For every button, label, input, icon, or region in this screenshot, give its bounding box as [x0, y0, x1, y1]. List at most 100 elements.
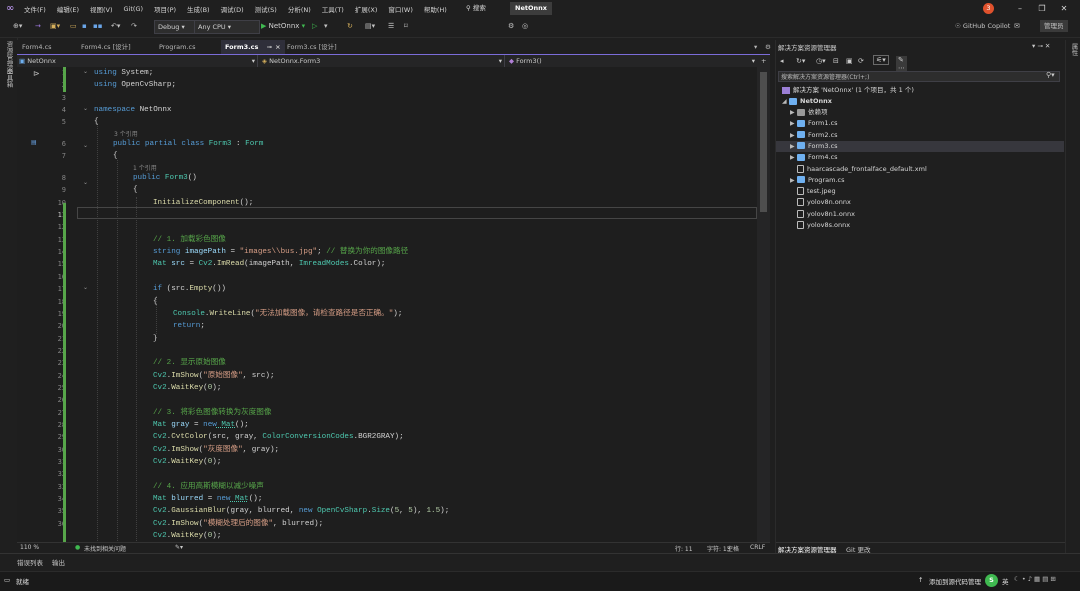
copilot-button[interactable]: ☉ GitHub Copilot: [955, 20, 1010, 33]
live-share-icon[interactable]: ⚙: [508, 20, 514, 33]
back-icon[interactable]: ◂: [780, 57, 784, 65]
expand-arrow-icon[interactable]: ◢: [782, 96, 789, 107]
expand-arrow-icon[interactable]: ▶: [790, 152, 797, 163]
menu-analyze[interactable]: 分析(N): [288, 4, 311, 14]
solution-node[interactable]: 解决方案 'NetOnnx' (1 个项目，共 1 个): [782, 85, 914, 96]
menu-help[interactable]: 帮助(H): [424, 4, 447, 14]
pin-icon[interactable]: ⊸: [267, 43, 272, 51]
settings-gear-icon[interactable]: ⚙: [761, 40, 773, 54]
reference-count-hint[interactable]: 3 个引用: [114, 129, 138, 138]
solution-explorer-search[interactable]: 搜索解决方案资源管理器(Ctrl+;): [778, 71, 1060, 82]
collapse-chevron-icon[interactable]: ⌄: [83, 179, 88, 186]
expand-arrow-icon[interactable]: ▶: [790, 118, 797, 129]
code-cleanup-icon[interactable]: ✎▾: [175, 544, 183, 551]
menu-tools[interactable]: 工具(T): [322, 4, 344, 14]
start-debug-button[interactable]: ▶ NetOnnx ▾: [261, 20, 305, 33]
maximize-button[interactable]: ❐: [1034, 2, 1050, 15]
solution-tree-item[interactable]: test.jpeg: [776, 186, 1064, 197]
tab-form3-designer[interactable]: Form3.cs [设计]: [283, 40, 363, 54]
project-node[interactable]: ◢ NetOnnx: [782, 96, 832, 107]
search-icon[interactable]: ⚲▾: [1046, 71, 1055, 79]
panel-options-icon[interactable]: ▾ ⊸ ✕: [1032, 42, 1050, 50]
scrollbar-thumb[interactable]: [760, 72, 767, 212]
editor-vertical-scrollbar[interactable]: [757, 67, 770, 542]
solution-tree-item[interactable]: yolov8n.onnx: [776, 197, 1064, 208]
start-without-debug-icon[interactable]: ▷: [312, 20, 317, 33]
solution-tree-item[interactable]: ▶ Form2.cs: [776, 130, 1064, 141]
menu-debug[interactable]: 调试(D): [221, 4, 244, 14]
open-folder-icon[interactable]: ▭: [70, 20, 77, 33]
solution-tree-item[interactable]: ▶ Form3.cs: [776, 140, 1064, 152]
zoom-level[interactable]: 110 %: [20, 544, 39, 551]
project-dropdown[interactable]: ▣ NetOnnx ▾: [19, 55, 258, 67]
save-icon[interactable]: ▪: [82, 20, 87, 33]
solution-tree-item[interactable]: ▶ Form1.cs: [776, 118, 1064, 129]
configuration-select[interactable]: Debug ▾: [154, 20, 197, 34]
solution-tree-item[interactable]: yolov8n1.onnx: [776, 209, 1064, 220]
refresh-icon[interactable]: ⟳: [858, 57, 864, 65]
properties-icon[interactable]: ✎ ⋯: [896, 56, 907, 72]
visual-studio-logo-icon[interactable]: ∞: [6, 3, 18, 14]
solution-tree-item[interactable]: yolov8s.onnx: [776, 220, 1064, 231]
properties-tab[interactable]: 属性: [1069, 43, 1079, 56]
class-dropdown[interactable]: ◈ NetOnnx.Form3 ▾: [262, 55, 505, 67]
breakpoints-icon[interactable]: ◎: [522, 20, 528, 33]
undo-icon[interactable]: ↶▾: [111, 20, 120, 33]
menu-window[interactable]: 窗口(W): [388, 4, 413, 14]
platform-select[interactable]: Any CPU ▾: [194, 20, 260, 34]
collapse-all-icon[interactable]: ⊟: [833, 57, 839, 65]
menu-build[interactable]: 生成(B): [187, 4, 210, 14]
expand-arrow-icon[interactable]: ▶: [790, 175, 797, 186]
reference-count-hint[interactable]: 1 个引用: [133, 163, 157, 172]
menu-test[interactable]: 测试(S): [255, 4, 277, 14]
menu-project[interactable]: 项目(P): [154, 4, 176, 14]
designer-icon[interactable]: ▤: [31, 139, 37, 146]
whitespace-indicator[interactable]: 空格: [727, 544, 739, 553]
collapse-chevron-icon[interactable]: ⌄: [83, 142, 88, 149]
tab-program-cs[interactable]: Program.cs: [155, 40, 222, 54]
account-button[interactable]: 管理员: [1040, 20, 1068, 32]
bookmark-icon[interactable]: ⌑: [404, 20, 408, 33]
comment-icon[interactable]: ☰: [388, 20, 394, 33]
solution-tree-item[interactable]: ▶ Form4.cs: [776, 152, 1064, 163]
back-icon[interactable]: ⊕▾: [13, 20, 22, 33]
forward-icon[interactable]: →: [35, 20, 41, 33]
code-editor[interactable]: 1234567891011121314151617181920212223242…: [17, 67, 757, 542]
solution-tree-item[interactable]: haarcascade_frontalface_default.xml: [776, 164, 1064, 175]
ime-language[interactable]: 英: [1002, 576, 1009, 586]
tab-form3-cs[interactable]: Form3.cs ⊸ ×: [221, 40, 285, 54]
quick-actions-icon[interactable]: ⊳: [33, 69, 40, 78]
feedback-icon[interactable]: ✉: [1014, 20, 1020, 33]
hot-reload-icon[interactable]: ↻: [347, 20, 353, 33]
new-project-icon[interactable]: ▣▾: [50, 20, 60, 33]
tab-error-list[interactable]: 错误列表: [17, 557, 43, 567]
line-ending-indicator[interactable]: CRLF: [750, 544, 765, 551]
add-to-source-control-button[interactable]: 添加到源代码管理: [929, 576, 981, 586]
tab-output[interactable]: 输出: [52, 557, 65, 567]
menu-extensions[interactable]: 扩展(X): [355, 4, 378, 14]
issues-status[interactable]: 未找到相关问题: [84, 544, 126, 553]
expand-arrow-icon[interactable]: ▶: [790, 141, 797, 152]
expand-arrow-icon[interactable]: ▶: [790, 130, 797, 141]
solution-tree-item[interactable]: ▶ 依赖项: [776, 107, 1064, 118]
collapse-chevron-icon[interactable]: ⌄: [83, 284, 88, 291]
ime-tray-icons[interactable]: ☾ • ♪ ▦ ▤ ⊞: [1014, 575, 1056, 583]
ime-logo-icon[interactable]: S: [985, 574, 998, 587]
line-indicator[interactable]: 行: 11: [675, 544, 693, 553]
redo-icon[interactable]: ↷: [131, 20, 137, 33]
save-all-icon[interactable]: ▪▪: [93, 20, 103, 33]
menu-git[interactable]: Git(G): [124, 5, 144, 13]
menu-edit[interactable]: 编辑(E): [57, 4, 79, 14]
solution-tree-item[interactable]: ▶ Program.cs: [776, 175, 1064, 186]
member-dropdown[interactable]: ◆ Form3() ▾: [509, 55, 757, 67]
collapse-chevron-icon[interactable]: ⌄: [83, 68, 88, 75]
menu-view[interactable]: 视图(V): [90, 4, 113, 14]
sync-icon[interactable]: ↻▾: [796, 57, 805, 65]
toolbox-tab[interactable]: 工具箱: [4, 68, 14, 88]
tab-close-icon[interactable]: ×: [275, 43, 280, 51]
minimize-button[interactable]: –: [1012, 2, 1028, 15]
close-button[interactable]: ✕: [1056, 2, 1072, 15]
tab-form4-cs[interactable]: Form4.cs: [18, 40, 79, 54]
attach-icon[interactable]: ▾: [324, 20, 328, 33]
expand-arrow-icon[interactable]: ▶: [790, 107, 797, 118]
